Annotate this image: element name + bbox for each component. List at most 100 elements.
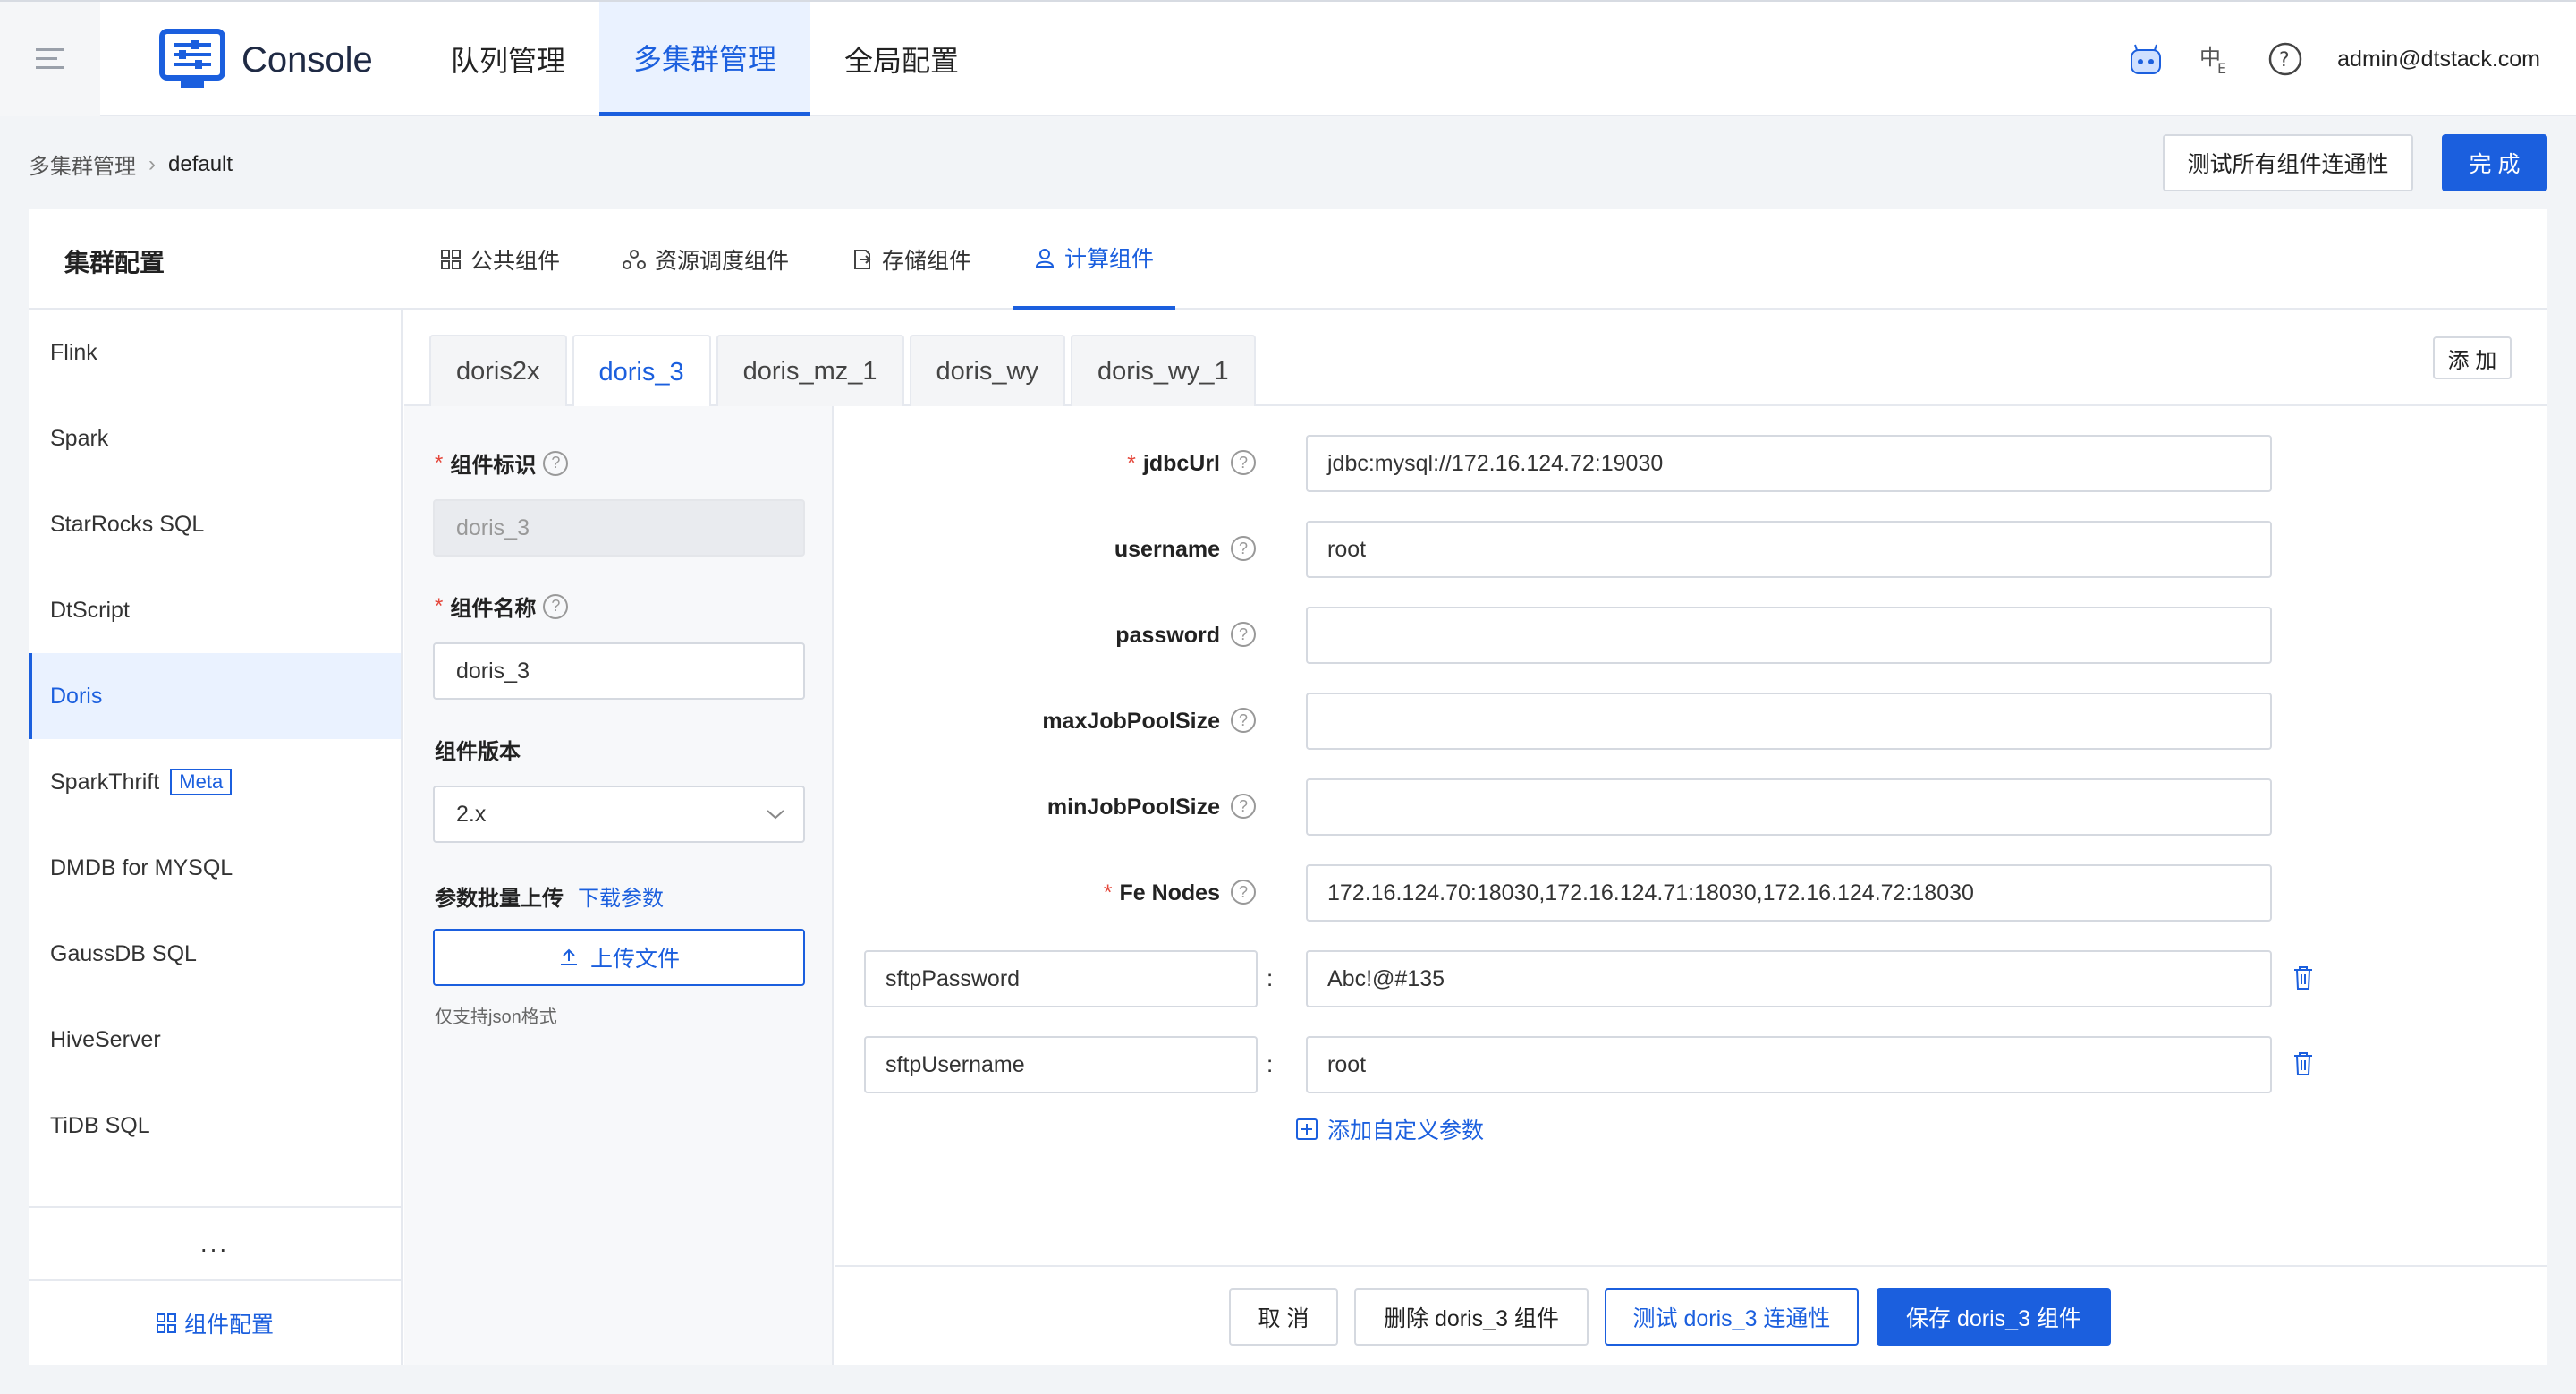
sidebar-item-hiveserver[interactable]: HiveServer [29, 997, 401, 1083]
param-label: * Fe Nodes [1104, 864, 1220, 922]
delete-component-button[interactable]: 删除 doris_3 组件 [1354, 1288, 1589, 1346]
test-connectivity-button[interactable]: 测试 doris_3 连通性 [1605, 1288, 1859, 1346]
question-icon[interactable]: ? [543, 450, 569, 476]
menu-toggle-button[interactable] [0, 2, 100, 116]
colon-separator: : [1267, 965, 1274, 991]
password-input[interactable] [1306, 607, 2272, 664]
tab-common-components[interactable]: 公共组件 [419, 209, 581, 310]
trash-icon[interactable] [2292, 965, 2315, 991]
svg-text:E: E [2217, 60, 2226, 77]
question-icon[interactable]: ? [1231, 880, 1256, 905]
logo-text: Console [242, 39, 373, 80]
tab-storage-components[interactable]: 存储组件 [830, 209, 993, 310]
done-button[interactable]: 完 成 [2442, 134, 2547, 191]
param-key: password [1115, 622, 1220, 648]
question-icon[interactable]: ? [1231, 536, 1256, 561]
question-icon[interactable]: ? [1231, 622, 1256, 647]
main-nav: 队列管理 多集群管理 全局配置 [417, 2, 993, 116]
sidebar-item-spark[interactable]: Spark [29, 395, 401, 481]
upload-label: 上传文件 [589, 947, 680, 972]
tab-label: 存储组件 [882, 249, 972, 274]
question-icon[interactable]: ? [1231, 708, 1256, 733]
question-icon[interactable]: ? [1231, 794, 1256, 819]
maxjobpoolsize-input[interactable] [1306, 693, 2272, 750]
tab-compute-components[interactable]: 计算组件 [1013, 209, 1176, 310]
component-config-button[interactable]: 组件配置 [29, 1279, 401, 1365]
help-icon[interactable]: ? [2267, 41, 2303, 77]
header-right: 中E ? admin@dtstack.com [2128, 2, 2540, 116]
component-params-form: * jdbcUrl ? jdbc:mysql://172.16.124.72:19… [835, 406, 2547, 1265]
save-component-button[interactable]: 保存 doris_3 组件 [1877, 1288, 2111, 1346]
component-name-input[interactable]: doris_3 [433, 642, 805, 700]
sidebar-more-button[interactable]: ... [29, 1206, 401, 1279]
svg-text:?: ? [2279, 49, 2290, 72]
required-mark: * [435, 450, 444, 475]
language-icon[interactable]: 中E [2198, 41, 2233, 77]
username-input[interactable]: root [1306, 521, 2272, 578]
user-account[interactable]: admin@dtstack.com [2337, 47, 2540, 72]
param-key: username [1114, 536, 1220, 562]
tab-doris-wy[interactable]: doris_wy [909, 335, 1065, 406]
meta-badge: Meta [170, 769, 233, 795]
param-label: maxJobPoolSize [1042, 693, 1220, 750]
robot-assistant-icon[interactable] [2128, 41, 2164, 77]
tab-doris-wy-1[interactable]: doris_wy_1 [1070, 335, 1256, 406]
nav-global-config[interactable]: 全局配置 [810, 2, 993, 116]
fe-nodes-input[interactable]: 172.16.124.70:18030,172.16.124.71:18030,… [1306, 864, 2272, 922]
test-all-connectivity-button[interactable]: 测试所有组件连通性 [2163, 134, 2413, 191]
sidebar-item-dmdb-mysql[interactable]: DMDB for MYSQL [29, 825, 401, 911]
tab-doris-3[interactable]: doris_3 [572, 335, 711, 408]
custom-param-key-input[interactable]: sftpPassword [864, 950, 1258, 1007]
tab-resource-scheduling[interactable]: 资源调度组件 [601, 209, 810, 310]
tab-label: 资源调度组件 [655, 249, 790, 274]
component-version-select[interactable]: 2.x [433, 786, 805, 843]
tab-doris-mz-1[interactable]: doris_mz_1 [716, 335, 904, 406]
user-icon [1036, 249, 1055, 268]
tab-doris2x[interactable]: doris2x [429, 335, 567, 406]
question-icon[interactable]: ? [543, 593, 569, 619]
trash-icon[interactable] [2292, 1050, 2315, 1077]
console-logo[interactable]: Console [159, 29, 373, 91]
add-custom-param-label: 添加自定义参数 [1327, 1118, 1485, 1143]
sidebar-item-dtscript[interactable]: DtScript [29, 567, 401, 653]
sidebar-item-tidb-sql[interactable]: TiDB SQL [29, 1083, 401, 1169]
param-label: username [1114, 521, 1220, 578]
sidebar-item-flink[interactable]: Flink [29, 310, 401, 395]
nav-queue-management[interactable]: 队列管理 [417, 2, 599, 116]
tab-label: 计算组件 [1064, 247, 1155, 272]
download-params-link[interactable]: 下载参数 [578, 880, 664, 912]
param-key: minJobPoolSize [1046, 794, 1220, 820]
add-version-button[interactable]: 添 加 [2433, 336, 2512, 379]
component-content: doris2x doris_3 doris_mz_1 doris_wy dori… [404, 310, 2547, 1365]
breadcrumb-current: default [168, 151, 233, 176]
sidebar-item-starrocks-sql[interactable]: StarRocks SQL [29, 481, 401, 567]
minjobpoolsize-input[interactable] [1306, 778, 2272, 836]
chevron-down-icon [767, 810, 784, 820]
component-config-label: 组件配置 [183, 1313, 274, 1338]
breadcrumb-root[interactable]: 多集群管理 [29, 149, 136, 180]
upload-file-button[interactable]: 上传文件 [433, 929, 805, 986]
custom-param-row: sftpPassword : Abc!@#135 [835, 950, 2547, 1007]
param-label: minJobPoolSize [1047, 778, 1220, 836]
console-logo-icon [159, 29, 225, 88]
plus-square-icon [1296, 1118, 1318, 1140]
param-label: * jdbcUrl [1127, 435, 1220, 492]
custom-param-key-input[interactable]: sftpUsername [864, 1036, 1258, 1093]
nav-multi-cluster[interactable]: 多集群管理 [599, 2, 811, 116]
jdbcurl-input[interactable]: jdbc:mysql://172.16.124.72:19030 [1306, 435, 2272, 492]
grid-icon [156, 1313, 176, 1333]
sidebar-item-label: SparkThrift [50, 769, 160, 795]
sidebar-item-sparkthrift[interactable]: SparkThrift Meta [29, 739, 401, 825]
label-text: 组件名称 [450, 597, 537, 621]
param-row-jdbcurl: * jdbcUrl ? jdbc:mysql://172.16.124.72:19… [835, 435, 2547, 492]
component-name-label: * 组件名称 ? [435, 591, 569, 622]
custom-param-value-input[interactable]: root [1306, 1036, 2272, 1093]
cancel-button[interactable]: 取 消 [1229, 1288, 1338, 1346]
question-icon[interactable]: ? [1231, 450, 1256, 475]
sidebar-item-gaussdb-sql[interactable]: GaussDB SQL [29, 911, 401, 997]
add-custom-param-button[interactable]: 添加自定义参数 [1295, 1113, 1484, 1145]
select-value: 2.x [456, 801, 487, 827]
custom-param-value-input[interactable]: Abc!@#135 [1306, 950, 2272, 1007]
sidebar-item-doris[interactable]: Doris [29, 653, 401, 739]
batch-upload-label: 参数批量上传 下载参数 [435, 880, 664, 912]
